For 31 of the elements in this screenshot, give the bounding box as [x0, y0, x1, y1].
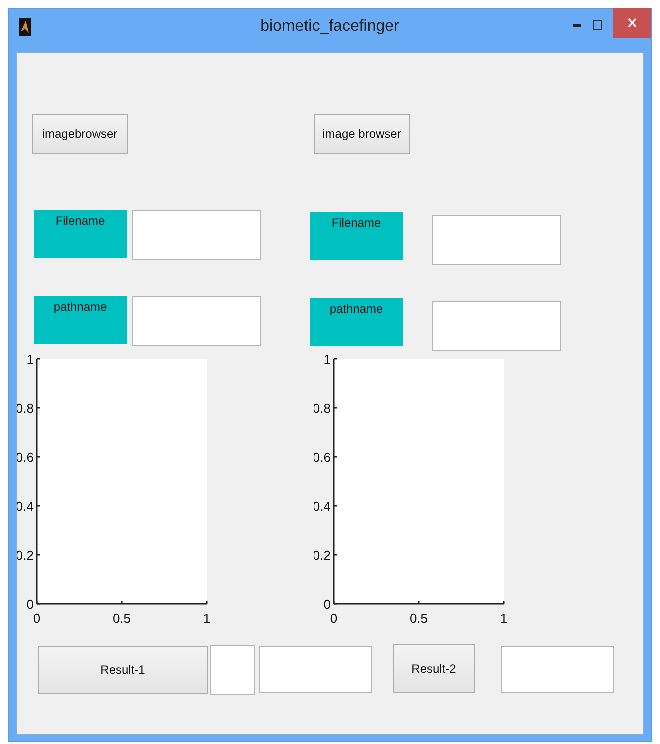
- field-label: pathname: [34, 296, 127, 344]
- tick-label: 0.5: [410, 611, 428, 626]
- window-title: biometic_facefinger: [260, 18, 400, 35]
- tick-label: 1: [26, 352, 34, 367]
- tick-label: 1: [500, 611, 508, 626]
- app-icon: [19, 18, 31, 36]
- tick-label: 1: [203, 611, 211, 626]
- close-button[interactable]: [613, 8, 651, 38]
- input-field[interactable]: [132, 210, 261, 260]
- field-label: pathname: [310, 298, 403, 346]
- tick-label: 0: [26, 597, 34, 612]
- input-field[interactable]: [432, 215, 561, 265]
- browse-button[interactable]: imagebrowser: [32, 114, 128, 154]
- input-field[interactable]: [210, 645, 255, 695]
- minimize-icon: [573, 24, 581, 26]
- tick-label: 0: [33, 611, 41, 626]
- field-label: Filename: [310, 212, 403, 260]
- input-field[interactable]: [259, 646, 372, 693]
- tick-label: 0.5: [112, 611, 132, 626]
- tick-label: 1: [324, 352, 331, 367]
- close-icon: [628, 18, 636, 28]
- maximize-icon: [592, 20, 602, 30]
- tick-label: 0: [330, 611, 338, 626]
- result-button[interactable]: Result-1: [38, 646, 208, 694]
- field-label: Filename: [34, 210, 127, 258]
- input-field[interactable]: [501, 646, 614, 693]
- tick-label: 0: [324, 597, 331, 612]
- browse-button[interactable]: image browser: [314, 114, 410, 154]
- input-field[interactable]: [432, 301, 561, 351]
- input-field[interactable]: [132, 296, 261, 346]
- result-button[interactable]: Result-2: [393, 644, 475, 693]
